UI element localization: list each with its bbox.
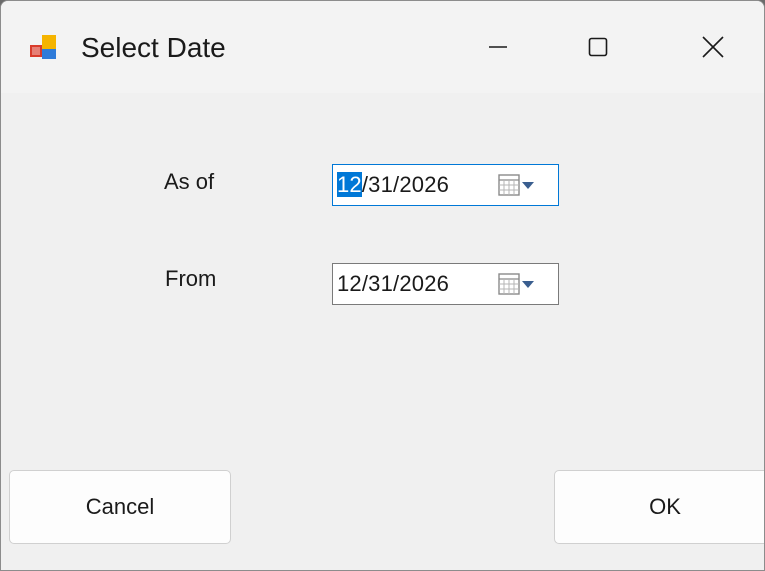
as-of-label: As of [164, 169, 215, 194]
as-of-month-segment[interactable]: 12 [337, 172, 362, 197]
title-bar[interactable]: Select Date [1, 1, 764, 93]
as-of-calendar-button[interactable] [494, 173, 550, 197]
as-of-date-value[interactable]: 12/31/2026 [337, 172, 449, 198]
maximize-button[interactable] [543, 1, 653, 93]
from-label: From [165, 266, 217, 291]
as-of-date-rest[interactable]: /31/2026 [362, 172, 449, 197]
maximize-icon [588, 37, 608, 57]
minimize-button[interactable] [443, 1, 553, 93]
minimize-icon [489, 46, 507, 48]
form-app-icon [30, 35, 56, 59]
from-date-value[interactable]: 12/31/2026 [337, 271, 449, 297]
from-calendar-button[interactable] [494, 272, 550, 296]
window-title: Select Date [81, 32, 226, 63]
from-date-picker[interactable]: 12/31/2026 [332, 263, 559, 305]
select-date-dialog: Select Date As of 12/31/2026 From 12/31/… [0, 0, 765, 571]
ok-button[interactable]: OK [554, 470, 764, 544]
close-icon [702, 36, 724, 58]
as-of-date-picker[interactable]: 12/31/2026 [332, 164, 559, 206]
cancel-button[interactable]: Cancel [9, 470, 231, 544]
close-button[interactable] [658, 1, 764, 93]
calendar-dropdown-icon [498, 174, 534, 196]
calendar-dropdown-icon [498, 273, 534, 295]
